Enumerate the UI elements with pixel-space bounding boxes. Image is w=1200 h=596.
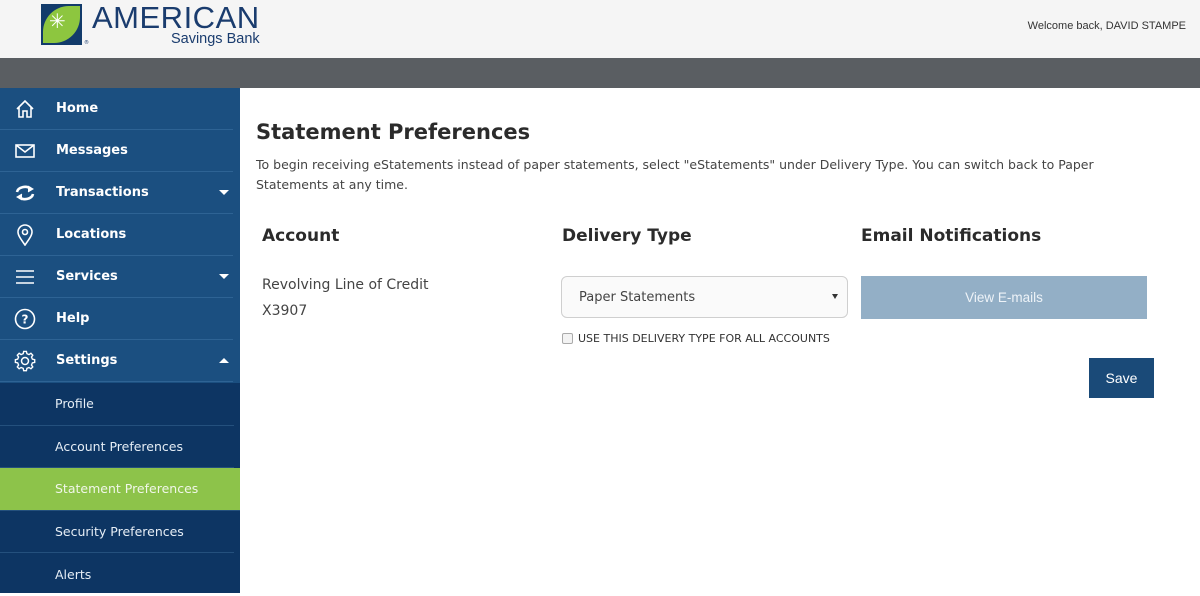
- sidebar-item-locations[interactable]: Locations: [0, 214, 233, 256]
- main-content: Statement Preferences To begin receiving…: [240, 88, 1200, 593]
- sidebar-item-label: Settings: [56, 353, 118, 368]
- sidebar-item-home[interactable]: Home: [0, 88, 233, 130]
- intro-text: To begin receiving eStatements instead o…: [256, 157, 1094, 192]
- welcome-message: Welcome back, DAVID STAMPE: [1027, 20, 1186, 32]
- settings-submenu: Profile Account Preferences Statement Pr…: [0, 383, 240, 593]
- sidebar-item-label: Transactions: [56, 185, 149, 200]
- sidebar-item-label: Home: [56, 101, 99, 116]
- submenu-item-statement-preferences[interactable]: Statement Preferences: [0, 468, 240, 511]
- page-title: Statement Preferences: [256, 120, 531, 144]
- brand-name: AMERICAN: [92, 0, 260, 35]
- sidebar-item-transactions[interactable]: Transactions: [0, 172, 233, 214]
- sidebar: Home Messages Transactions Locations Ser…: [0, 88, 240, 593]
- apply-all-checkbox[interactable]: [562, 333, 573, 344]
- submenu-item-security-preferences[interactable]: Security Preferences: [0, 511, 234, 554]
- dropdown-arrow-icon: [832, 294, 838, 299]
- email-notifications-column-header: Email Notifications: [861, 226, 1042, 246]
- nav-strip: [0, 58, 1200, 88]
- sidebar-item-label: Messages: [56, 143, 128, 158]
- sidebar-item-messages[interactable]: Messages: [0, 130, 233, 172]
- registered-mark: ®: [84, 40, 89, 46]
- delivery-type-value: Paper Statements: [579, 289, 696, 305]
- help-icon: ?: [14, 308, 36, 330]
- sidebar-item-label: Help: [56, 311, 90, 326]
- transfer-icon: [14, 182, 36, 204]
- view-emails-button[interactable]: View E-mails: [861, 276, 1147, 319]
- chevron-down-icon: [219, 274, 229, 279]
- submenu-item-profile[interactable]: Profile: [0, 383, 234, 426]
- account-name: Revolving Line of Credit: [262, 277, 429, 293]
- submenu-item-account-preferences[interactable]: Account Preferences: [0, 426, 234, 469]
- menu-icon: [14, 266, 36, 288]
- top-header: ✳ ® AMERICAN Savings Bank Welcome back, …: [0, 0, 1200, 58]
- apply-all-label[interactable]: USE THIS DELIVERY TYPE FOR ALL ACCOUNTS: [578, 332, 830, 345]
- envelope-icon: [14, 140, 36, 162]
- submenu-item-alerts[interactable]: Alerts: [0, 553, 234, 596]
- account-number: X3907: [262, 303, 308, 319]
- save-button[interactable]: Save: [1089, 358, 1154, 398]
- home-icon: [14, 98, 36, 120]
- svg-text:?: ?: [22, 312, 29, 326]
- account-column-header: Account: [262, 226, 340, 246]
- sidebar-item-services[interactable]: Services: [0, 256, 233, 298]
- sidebar-item-label: Services: [56, 269, 118, 284]
- sidebar-item-help[interactable]: ? Help: [0, 298, 233, 340]
- leaf-logo-icon: ✳: [41, 4, 82, 45]
- delivery-type-column-header: Delivery Type: [562, 226, 692, 246]
- chevron-up-icon: [219, 358, 229, 363]
- chevron-down-icon: [219, 190, 229, 195]
- delivery-type-select[interactable]: Paper Statements: [561, 276, 848, 318]
- map-pin-icon: [14, 223, 36, 246]
- bank-logo[interactable]: ✳ ® AMERICAN Savings Bank: [41, 0, 260, 46]
- apply-all-accounts-option[interactable]: USE THIS DELIVERY TYPE FOR ALL ACCOUNTS: [562, 332, 830, 345]
- sidebar-item-settings[interactable]: Settings: [0, 340, 233, 382]
- sidebar-item-label: Locations: [56, 227, 127, 242]
- gear-icon: [14, 350, 36, 372]
- account-info: Revolving Line of Credit X3907: [262, 272, 429, 324]
